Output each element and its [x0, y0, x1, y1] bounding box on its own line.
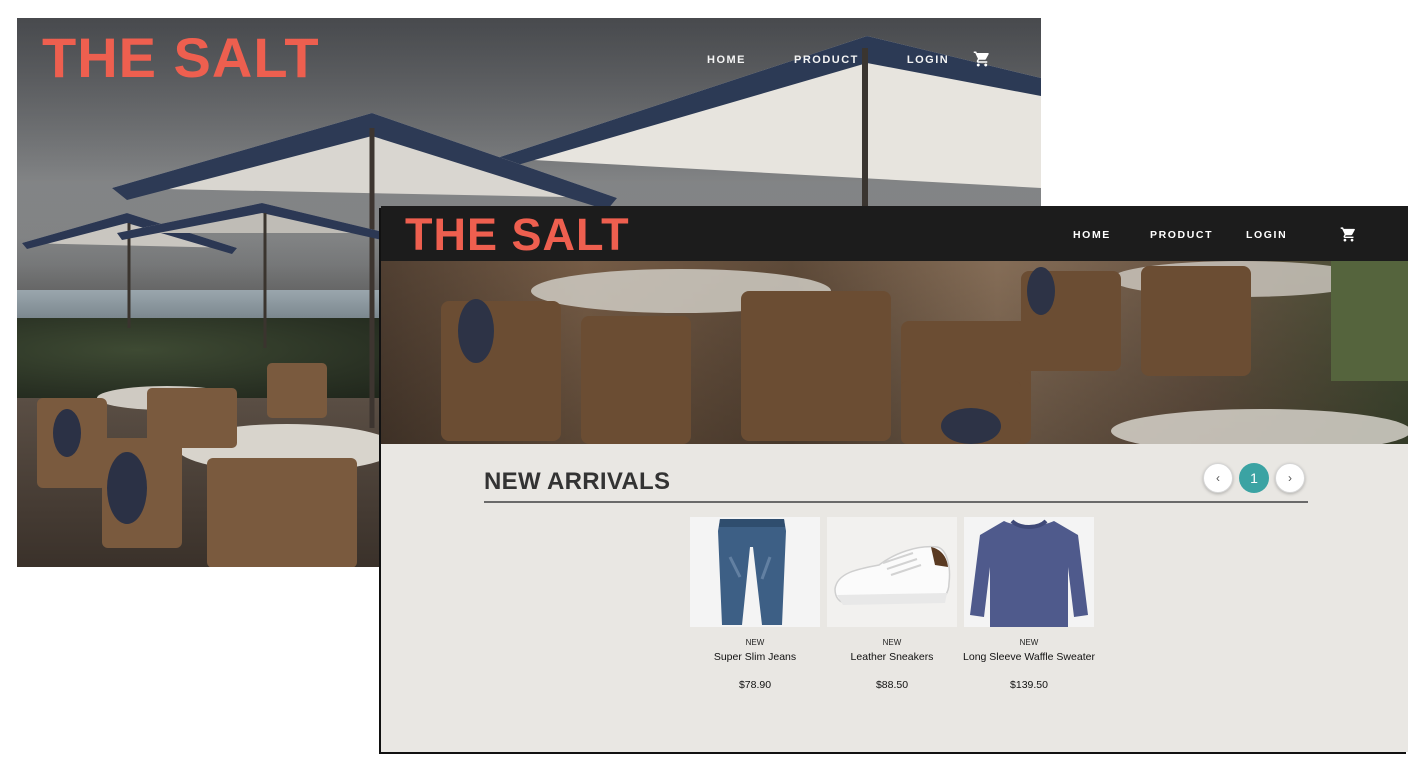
section-title: NEW ARRIVALS — [484, 468, 671, 495]
product-card[interactable]: NEW Long Sleeve Waffle Sweater $139.50 — [963, 517, 1095, 691]
product-badge: NEW — [1019, 638, 1039, 647]
nav-home-link[interactable]: HOME — [1073, 229, 1111, 241]
nav-product-link[interactable]: PRODUCT — [1150, 229, 1213, 241]
cart-icon[interactable] — [973, 50, 991, 68]
product-price: $88.50 — [875, 679, 909, 691]
site-logo[interactable]: THE SALT — [42, 30, 320, 86]
site-header: THE SALT HOME PRODUCT LOGIN — [381, 206, 1408, 261]
product-badge: NEW — [882, 638, 902, 647]
front-screenshot: THE SALT HOME PRODUCT LOGIN NEW ARRIVALS… — [381, 206, 1408, 752]
hero-photo — [441, 261, 1408, 453]
current-page-button[interactable]: 1 — [1239, 463, 1269, 493]
product-image-jeans[interactable] — [690, 517, 820, 627]
product-price: $139.50 — [1010, 679, 1048, 691]
main-nav: HOME PRODUCT LOGIN — [707, 54, 949, 66]
hero-banner — [381, 261, 1408, 453]
section-divider — [484, 501, 1308, 503]
nav-home-link[interactable]: HOME — [707, 54, 746, 66]
product-name[interactable]: Leather Sneakers — [826, 651, 958, 663]
product-card[interactable]: NEW Super Slim Jeans $78.90 — [689, 517, 821, 691]
cart-icon[interactable] — [1340, 226, 1357, 243]
next-page-button[interactable]: › — [1275, 463, 1305, 493]
prev-page-button[interactable]: ‹ — [1203, 463, 1233, 493]
site-logo[interactable]: THE SALT — [405, 212, 630, 257]
product-price: $78.90 — [738, 679, 772, 691]
nav-login-link[interactable]: LOGIN — [907, 54, 949, 66]
nav-login-link[interactable]: LOGIN — [1246, 229, 1287, 241]
nav-product-link[interactable]: PRODUCT — [794, 54, 859, 66]
product-image-sneakers[interactable] — [827, 517, 957, 627]
product-name[interactable]: Long Sleeve Waffle Sweater — [963, 651, 1095, 663]
product-name[interactable]: Super Slim Jeans — [689, 651, 821, 663]
product-badge: NEW — [745, 638, 765, 647]
product-card[interactable]: NEW Leather Sneakers $88.50 — [826, 517, 958, 691]
product-image-sweater[interactable] — [964, 517, 1094, 627]
